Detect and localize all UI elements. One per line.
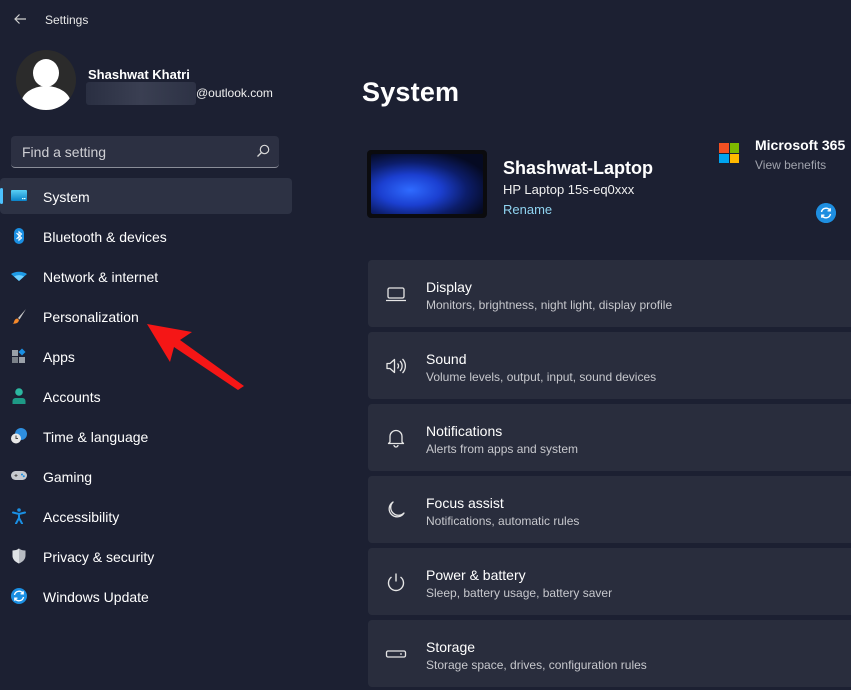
person-icon-body — [21, 86, 71, 110]
card-title: Notifications — [426, 423, 503, 439]
bluetooth-icon — [14, 228, 24, 244]
apps-icon — [12, 348, 26, 363]
sidebar-item-windows-update[interactable]: Windows Update — [0, 578, 292, 614]
wifi-icon — [11, 271, 27, 281]
sidebar-item-gaming[interactable]: Gaming — [0, 458, 292, 494]
sidebar-item-privacy-security[interactable]: Privacy & security — [0, 538, 292, 574]
page-title: System — [362, 77, 460, 107]
card-focus-assist[interactable]: Focus assist Notifications, automatic ru… — [368, 476, 851, 543]
settings-cards: Display Monitors, brightness, night ligh… — [368, 260, 851, 690]
card-title: Sound — [426, 351, 467, 367]
card-power-battery[interactable]: Power & battery Sleep, battery usage, ba… — [368, 548, 851, 615]
onedrive-sync-icon[interactable] — [816, 203, 836, 223]
sidebar-item-accessibility[interactable]: Accessibility — [0, 498, 292, 534]
sidebar-item-apps[interactable]: Apps — [0, 338, 292, 374]
card-title: Display — [426, 279, 472, 295]
ms365-view-benefits-link[interactable]: View benefits — [755, 158, 826, 172]
sidebar-item-label: Network & internet — [43, 269, 159, 285]
user-email: @outlook.com — [196, 86, 273, 100]
user-name: Shashwat Khatri — [88, 67, 190, 82]
gamepad-icon — [11, 471, 27, 480]
title-bar: Settings — [0, 0, 851, 40]
monitor-icon — [11, 190, 27, 201]
speaker-icon — [386, 358, 407, 374]
sidebar-item-network[interactable]: Network & internet — [0, 258, 292, 294]
sidebar-item-label: Apps — [43, 349, 75, 365]
ms365-title: Microsoft 365 — [755, 137, 846, 153]
sidebar-item-label: Bluetooth & devices — [43, 229, 167, 245]
card-subtitle: Alerts from apps and system — [426, 442, 579, 456]
active-indicator — [0, 188, 3, 204]
wallpaper-image — [371, 154, 483, 214]
card-storage[interactable]: Storage Storage space, drives, configura… — [368, 620, 851, 687]
card-notifications[interactable]: Notifications Alerts from apps and syste… — [368, 404, 851, 471]
arrow-left-icon — [14, 14, 26, 24]
person-icon-head — [33, 59, 59, 87]
logo-square-red — [719, 143, 729, 153]
card-sound[interactable]: Sound Volume levels, output, input, soun… — [368, 332, 851, 399]
device-model: HP Laptop 15s-eq0xxx — [503, 182, 635, 197]
paintbrush-icon — [12, 309, 26, 324]
sidebar-item-label: Gaming — [43, 469, 93, 485]
card-subtitle: Monitors, brightness, night light, displ… — [426, 298, 673, 312]
power-icon — [387, 573, 405, 592]
sidebar-item-label: Privacy & security — [43, 549, 155, 565]
app-title: Settings — [45, 13, 89, 27]
accessibility-icon — [12, 508, 26, 524]
card-subtitle: Notifications, automatic rules — [426, 514, 580, 528]
microsoft-logo-icon — [719, 143, 739, 163]
sidebar-item-time-language[interactable]: Time & language — [0, 418, 292, 454]
sidebar-item-label: Accessibility — [43, 509, 120, 525]
moon-icon — [388, 501, 405, 518]
back-button[interactable] — [10, 9, 30, 29]
sidebar-item-system[interactable]: System — [0, 178, 292, 214]
card-title: Storage — [426, 639, 476, 655]
search-icon[interactable] — [255, 143, 271, 159]
sidebar-item-label: Personalization — [43, 309, 139, 325]
logo-square-green — [729, 143, 739, 153]
drive-icon — [385, 650, 407, 658]
card-subtitle: Volume levels, output, input, sound devi… — [426, 370, 657, 384]
search-box[interactable] — [11, 136, 279, 168]
email-redaction — [86, 82, 196, 105]
sidebar-item-personalization[interactable]: Personalization — [0, 298, 292, 334]
card-title: Power & battery — [426, 567, 526, 583]
clock-globe-icon — [11, 428, 27, 444]
card-title: Focus assist — [426, 495, 504, 511]
device-name: Shashwat-Laptop — [503, 158, 654, 178]
sidebar-nav: System Bluetooth & devices Network & int… — [0, 178, 292, 618]
card-subtitle: Storage space, drives, configuration rul… — [426, 658, 647, 672]
sidebar-item-accounts[interactable]: Accounts — [0, 378, 292, 414]
update-icon — [11, 588, 27, 604]
logo-square-blue — [719, 153, 729, 163]
card-subtitle: Sleep, battery usage, battery saver — [426, 586, 613, 600]
search-input[interactable] — [22, 142, 242, 162]
card-display[interactable]: Display Monitors, brightness, night ligh… — [368, 260, 851, 327]
sidebar-item-bluetooth[interactable]: Bluetooth & devices — [0, 218, 292, 254]
device-wallpaper-thumbnail — [367, 150, 487, 218]
sidebar-item-label: Accounts — [43, 389, 101, 405]
sidebar-item-label: Windows Update — [43, 589, 149, 605]
avatar — [16, 50, 76, 110]
rename-link[interactable]: Rename — [503, 202, 552, 217]
logo-square-yellow — [729, 153, 739, 163]
account-icon — [12, 388, 26, 404]
shield-icon — [12, 548, 26, 564]
bell-icon — [387, 429, 405, 448]
sidebar-item-label: Time & language — [43, 429, 149, 445]
sidebar-item-label: System — [43, 189, 90, 205]
laptop-icon — [386, 287, 406, 302]
